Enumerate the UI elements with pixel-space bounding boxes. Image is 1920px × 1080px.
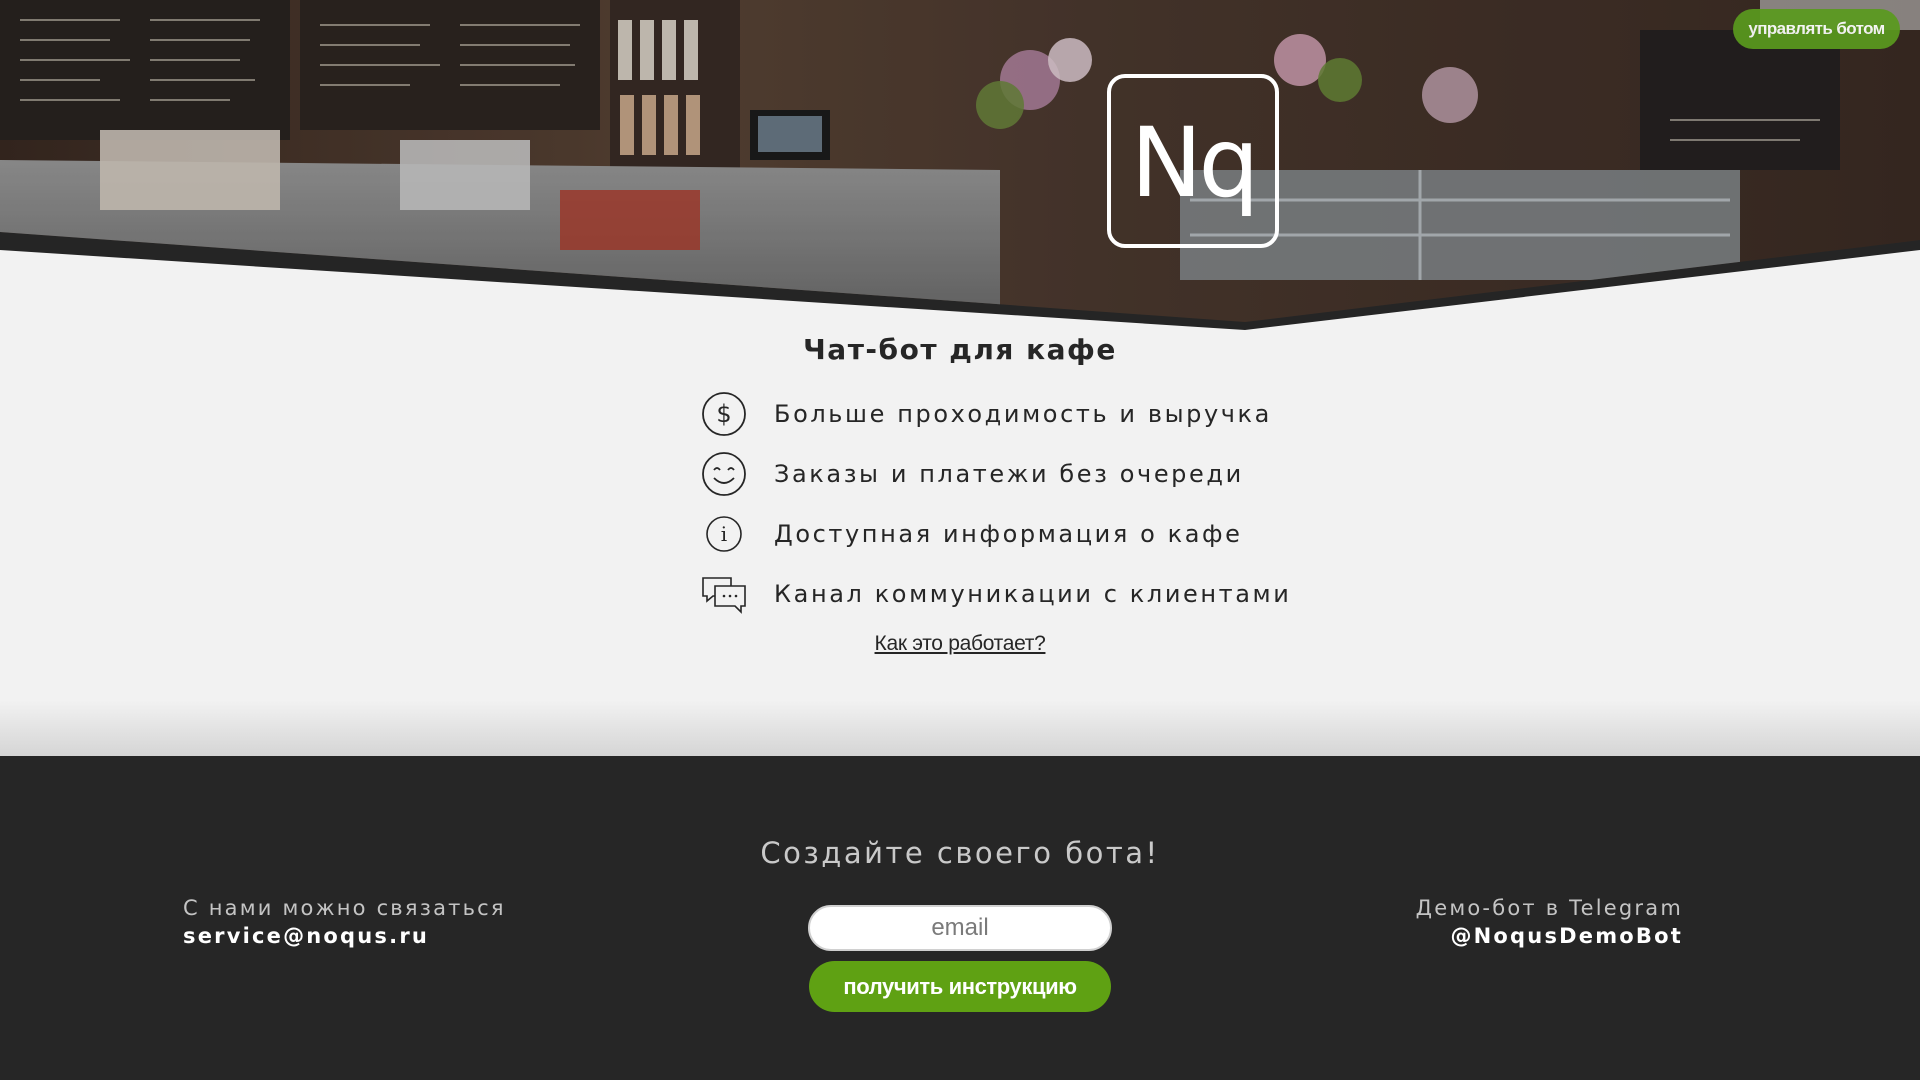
cta-title: Создайте своего бота! bbox=[760, 836, 1160, 870]
cafe-background-image bbox=[0, 0, 1920, 330]
manage-bot-button[interactable]: управлять ботом bbox=[1733, 9, 1900, 49]
svg-text:i: i bbox=[721, 522, 727, 546]
section-divider bbox=[0, 700, 1920, 756]
feature-text: Больше проходимость и выручка bbox=[774, 400, 1272, 428]
footer: Создайте своего бота! получить инструкци… bbox=[0, 756, 1920, 1080]
info-icon: i bbox=[700, 510, 748, 558]
list-item: Канал коммуникации с клиентами bbox=[700, 564, 1320, 624]
get-instructions-button[interactable]: получить инструкцию bbox=[809, 961, 1111, 1012]
list-item: i Доступная информация о кафе bbox=[700, 504, 1320, 564]
how-it-works-link-wrap: Как это работает? bbox=[0, 632, 1920, 656]
logo-text: Nq bbox=[1130, 107, 1260, 219]
chat-bubbles-icon bbox=[700, 570, 748, 618]
list-item: Заказы и платежи без очереди bbox=[700, 444, 1320, 504]
list-item: $ Больше проходимость и выручка bbox=[700, 384, 1320, 444]
contact-email-link[interactable]: service@noqus.ru bbox=[183, 922, 506, 950]
dollar-icon: $ bbox=[700, 390, 748, 438]
hero-banner: управлять ботом Nq bbox=[0, 0, 1920, 330]
page-title-text: Чат-бот для кафе bbox=[803, 333, 1117, 366]
feature-text: Доступная информация о кафе bbox=[774, 520, 1243, 548]
feature-text: Канал коммуникации с клиентами bbox=[774, 580, 1292, 608]
email-field[interactable] bbox=[808, 905, 1112, 951]
demo-bot-block: Демо-бот в Telegram @NoqusDemoBot bbox=[1416, 894, 1683, 950]
demo-bot-link[interactable]: @NoqusDemoBot bbox=[1416, 922, 1683, 950]
feature-list: $ Больше проходимость и выручка Заказы и… bbox=[700, 384, 1320, 624]
feature-text: Заказы и платежи без очереди bbox=[774, 460, 1244, 488]
svg-text:$: $ bbox=[716, 400, 731, 428]
how-it-works-link[interactable]: Как это работает? bbox=[875, 632, 1046, 655]
page-title: Чат-бот для кафе bbox=[0, 330, 1920, 370]
smile-icon bbox=[700, 450, 748, 498]
contact-block: С нами можно связаться service@noqus.ru bbox=[183, 894, 506, 950]
contact-label: С нами можно связаться bbox=[183, 896, 506, 920]
noqus-logo: Nq bbox=[1107, 74, 1279, 248]
demo-bot-label: Демо-бот в Telegram bbox=[1415, 896, 1683, 920]
